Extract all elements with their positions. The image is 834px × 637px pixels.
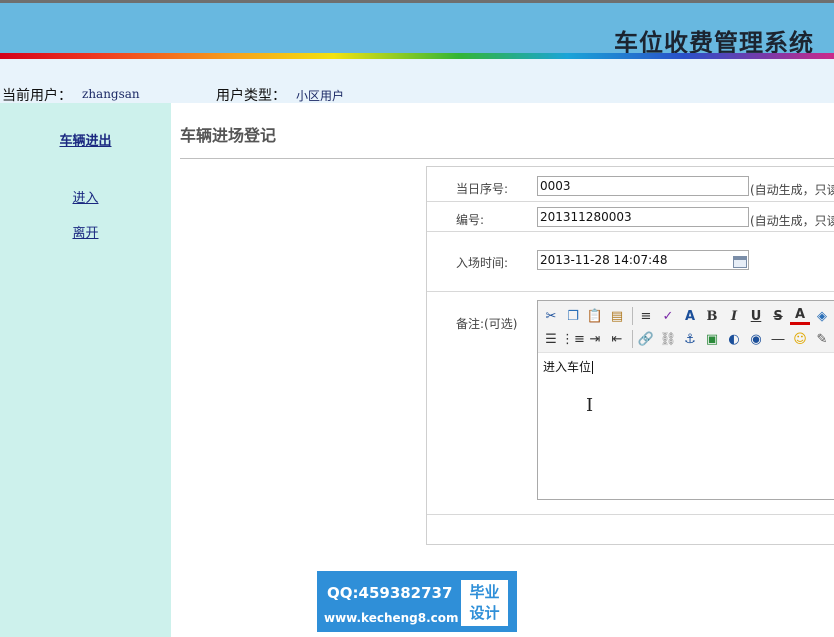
row-divider <box>427 514 834 515</box>
main-content: 车辆进场登记 当日序号: (自动生成，只读 编号: (自动生成，只读 入场时间:… <box>171 103 834 637</box>
toolbar-separator <box>632 330 633 348</box>
watermark-qq: QQ:459382737 <box>327 584 453 602</box>
image-icon[interactable]: ▣ <box>702 329 722 349</box>
i-beam-cursor: I <box>586 395 594 416</box>
sidebar-section-vehicle[interactable]: 车辆进出 <box>0 130 171 149</box>
row-divider <box>427 291 834 292</box>
edit-icon[interactable]: ✎ <box>812 329 832 349</box>
watermark-url: www.kecheng8.com <box>324 611 459 625</box>
media-icon[interactable]: ◉ <box>746 329 766 349</box>
watermark-badge: 毕业 设计 <box>461 580 508 626</box>
user-info-bar: 当前用户： zhangsan 用户类型： 小区用户 <box>0 59 834 104</box>
number-label: 编号: <box>456 213 485 227</box>
paste-icon[interactable]: 📋 <box>585 306 605 326</box>
toolbar-separator <box>632 307 633 325</box>
number-note: (自动生成，只读 <box>750 214 834 228</box>
font-size-icon[interactable]: A <box>680 306 700 326</box>
watermark-badge-line1: 毕业 <box>469 583 500 601</box>
align-icon[interactable]: ☰ <box>541 329 561 349</box>
italic-icon[interactable]: I <box>724 306 744 326</box>
line-spacing-icon[interactable]: ≡ <box>636 306 656 326</box>
unlink-icon[interactable]: ⛓ <box>658 329 678 349</box>
row-divider <box>427 201 834 202</box>
row-divider <box>427 231 834 232</box>
sidebar-item-leave[interactable]: 离开 <box>0 222 171 241</box>
text-caret <box>592 361 594 374</box>
current-user-label: 当前用户： <box>2 88 72 104</box>
sidebar-item-enter[interactable]: 进入 <box>0 187 171 206</box>
rich-text-editor[interactable]: ✂ ❐ 📋 ▤ ≡ ✓ A B I U S A ◈ ☰ ⋮≡ ⇥ ⇤ 🔗 ⛓ ⚓… <box>537 300 834 500</box>
underline-icon[interactable]: U <box>746 306 766 326</box>
bold-icon[interactable]: B <box>702 306 722 326</box>
daily-seq-input[interactable] <box>537 176 749 196</box>
paste-text-icon[interactable]: ▤ <box>607 306 627 326</box>
horizontal-rule-icon[interactable]: ― <box>768 329 788 349</box>
highlight-icon[interactable]: ◈ <box>812 306 832 326</box>
remark-text: 进入车位 <box>543 360 592 374</box>
editor-content[interactable]: 进入车位 <box>543 358 594 375</box>
indent-icon[interactable]: ⇥ <box>585 329 605 349</box>
flash-icon[interactable]: ◐ <box>724 329 744 349</box>
user-type-value: 小区用户 <box>296 89 345 103</box>
spellcheck-icon[interactable]: ✓ <box>658 306 678 326</box>
entry-time-input[interactable] <box>537 250 749 270</box>
daily-seq-note: (自动生成，只读 <box>750 183 834 197</box>
font-color-icon[interactable]: A <box>790 307 810 325</box>
entry-time-label: 入场时间: <box>456 256 509 270</box>
emoticon-icon[interactable]: ☺ <box>790 329 810 349</box>
title-divider <box>180 158 834 159</box>
strikethrough-icon[interactable]: S <box>768 306 788 326</box>
app-header: 车位收费管理系统 <box>0 3 834 57</box>
anchor-icon[interactable]: ⚓ <box>680 329 700 349</box>
entry-form: 当日序号: (自动生成，只读 编号: (自动生成，只读 入场时间: 备注:(可选… <box>426 166 834 545</box>
outdent-icon[interactable]: ⇤ <box>607 329 627 349</box>
watermark-badge-line2: 设计 <box>469 604 500 622</box>
user-type-label: 用户类型： <box>216 88 286 104</box>
link-icon[interactable]: 🔗 <box>636 329 656 349</box>
editor-toolbar: ✂ ❐ 📋 ▤ ≡ ✓ A B I U S A ◈ ☰ ⋮≡ ⇥ ⇤ 🔗 ⛓ ⚓… <box>538 301 834 353</box>
watermark-banner: QQ:459382737 www.kecheng8.com 毕业 设计 <box>317 571 517 632</box>
copy-icon[interactable]: ❐ <box>563 306 583 326</box>
daily-seq-label: 当日序号: <box>456 182 509 196</box>
remark-label: 备注:(可选) <box>456 317 518 331</box>
list-icon[interactable]: ⋮≡ <box>561 329 585 349</box>
page-title: 车辆进场登记 <box>180 126 277 145</box>
current-user-value: zhangsan <box>82 87 140 101</box>
number-input[interactable] <box>537 207 749 227</box>
cut-icon[interactable]: ✂ <box>541 306 561 326</box>
sidebar: 车辆进出 进入 离开 <box>0 103 171 637</box>
calendar-icon[interactable] <box>733 256 747 268</box>
